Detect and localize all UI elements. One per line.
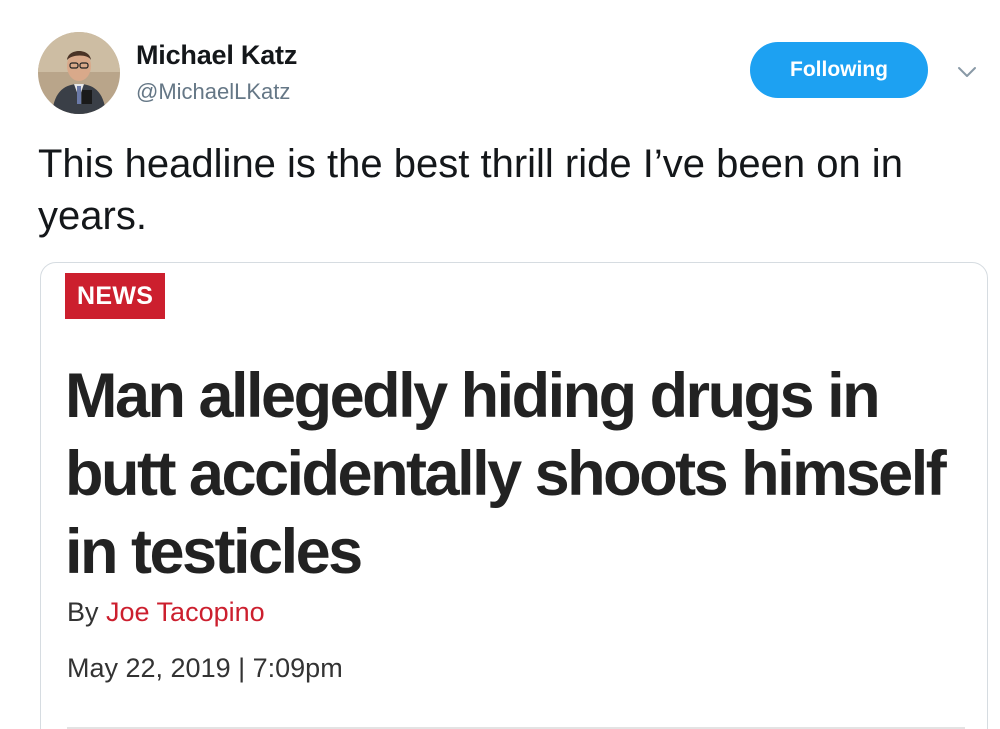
tweet-text: This headline is the best thrill ride I’… [38,142,903,238]
author-link[interactable]: Joe Tacopino [106,597,265,627]
chevron-down-icon[interactable] [956,64,978,80]
avatar[interactable] [38,32,120,114]
user-handle[interactable]: @MichaelLKatz [136,79,290,105]
article-headline[interactable]: Man allegedly hiding drugs in butt accid… [65,357,965,591]
byline-prefix: By [67,597,107,627]
tweet: Michael Katz @MichaelLKatz Following Thi… [0,0,1000,729]
article-card[interactable]: NEWS Man allegedly hiding drugs in butt … [40,262,988,729]
section-badge: NEWS [65,273,166,319]
byline: By Joe Tacopino [67,597,265,628]
following-button[interactable]: Following [750,42,928,98]
publish-date: May 22, 2019 | 7:09pm [67,653,343,683]
display-name[interactable]: Michael Katz [136,40,297,71]
